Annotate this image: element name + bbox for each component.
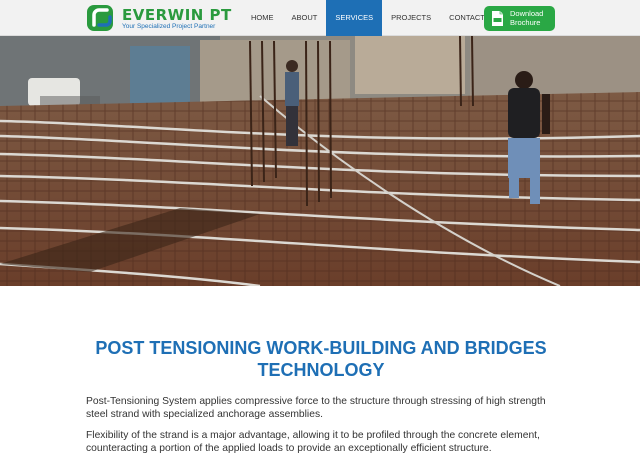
brochure-label: Download Brochure (510, 9, 544, 27)
everwin-logo-icon (87, 5, 113, 31)
logo[interactable]: EVERWIN PT Your Specialized Project Part… (86, 4, 236, 32)
download-brochure-button[interactable]: Download Brochure (484, 6, 555, 31)
brand-tagline: Your Specialized Project Partner (122, 23, 216, 30)
brand-name: EVERWIN PT (122, 6, 232, 24)
top-navbar: EVERWIN PT Your Specialized Project Part… (0, 0, 640, 36)
content-paragraph-2: Flexibility of the strand is a major adv… (86, 430, 540, 454)
content-paragraph-1: Post-Tensioning System applies compressi… (86, 396, 546, 420)
page-title: POST TENSIONING WORK-BUILDING AND BRIDGE… (95, 338, 547, 380)
nav-about[interactable]: ABOUT (283, 0, 327, 36)
nav-services[interactable]: SERVICES (326, 0, 383, 36)
nav-home[interactable]: HOME (242, 0, 283, 36)
nav-projects[interactable]: PROJECTS (382, 0, 440, 36)
hero-image (0, 36, 640, 286)
pdf-icon (492, 11, 503, 26)
construction-site-photo (0, 36, 640, 286)
main-nav: HOME ABOUT SERVICES PROJECTS CONTACT (242, 0, 494, 36)
